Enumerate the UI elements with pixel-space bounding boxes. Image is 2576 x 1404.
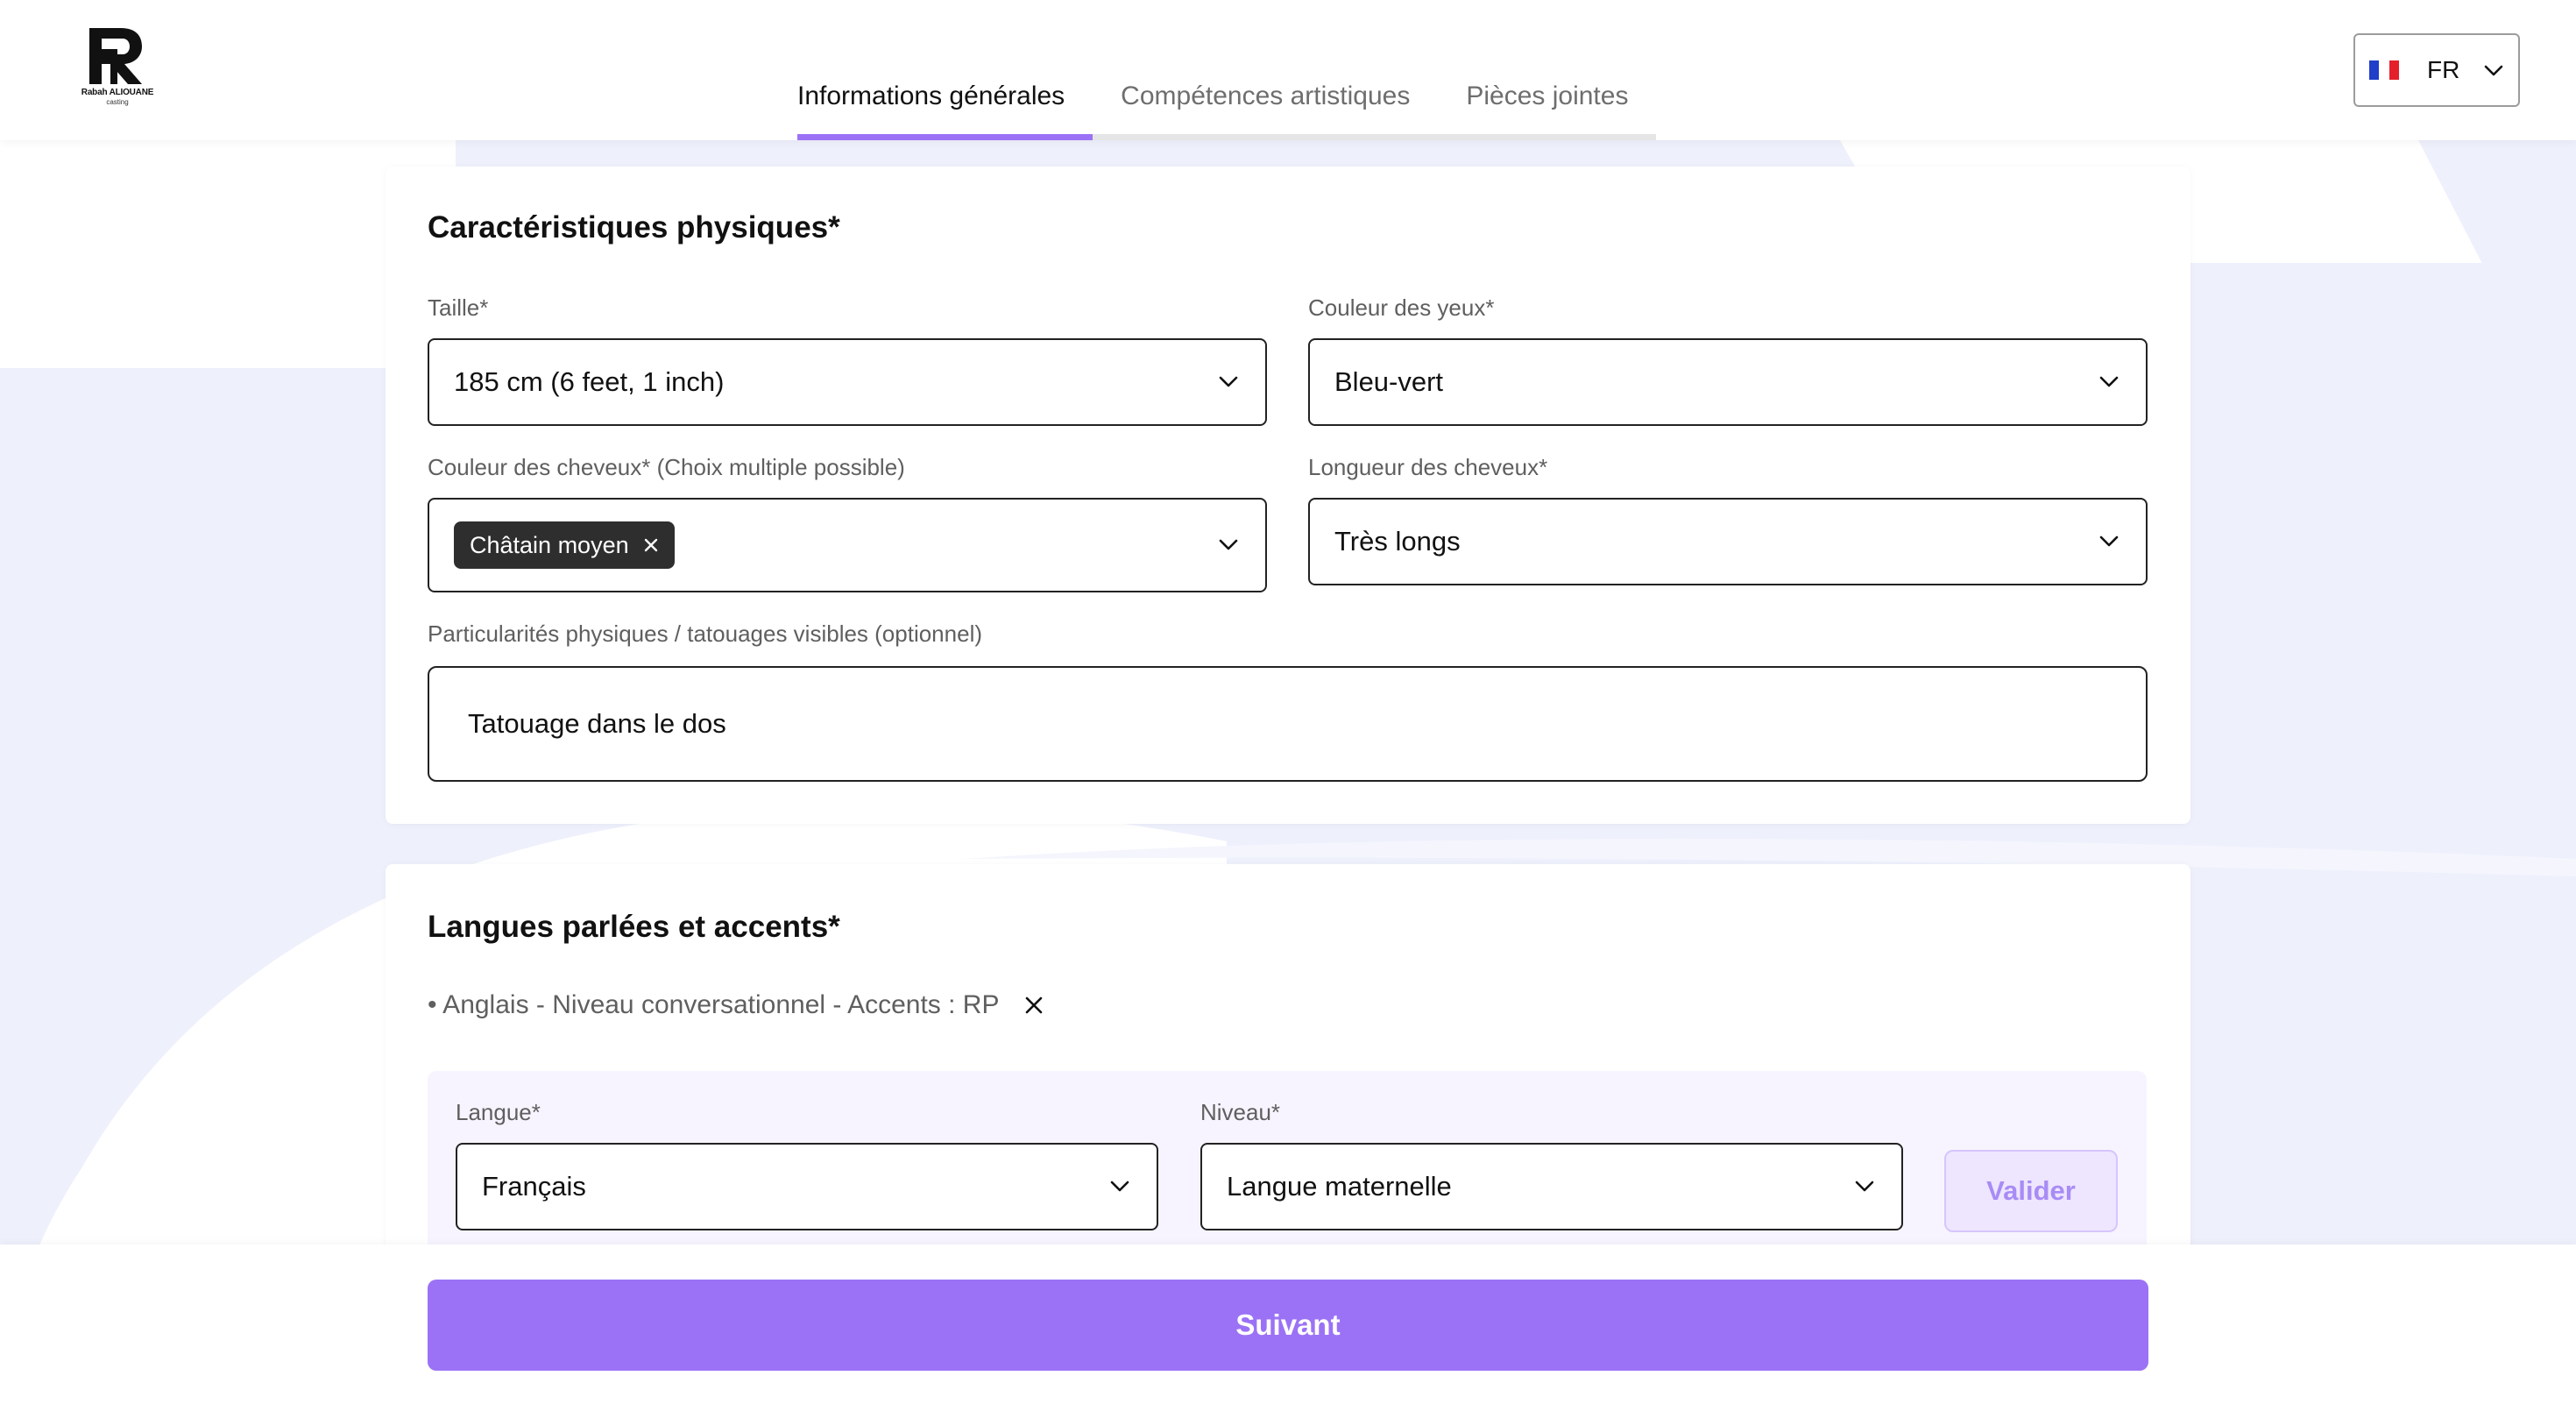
features-textarea[interactable]: Tatouage dans le dos xyxy=(428,666,2148,782)
chevron-down-icon xyxy=(1855,1181,1874,1192)
chevron-down-icon xyxy=(2099,535,2119,547)
logo-subtitle: casting xyxy=(106,98,129,106)
language-entry: • Anglais - Niveau conversationnel - Acc… xyxy=(428,990,1044,1020)
eye-color-value: Bleu-vert xyxy=(1334,366,1444,397)
hair-length-label: Longueur des cheveux* xyxy=(1308,454,1548,480)
hair-color-label: Couleur des cheveux* (Choix multiple pos… xyxy=(428,454,905,480)
physical-characteristics-card: Caractéristiques physiques* Taille* 185 … xyxy=(386,167,2190,824)
language-code: FR xyxy=(2427,56,2460,83)
section-title: Langues parlées et accents* xyxy=(428,910,840,944)
chevron-down-icon xyxy=(1219,376,1238,387)
chevron-down-icon xyxy=(2485,65,2503,75)
next-button[interactable]: Suivant xyxy=(428,1280,2148,1371)
language-label: Langue* xyxy=(456,1099,541,1125)
section-title: Caractéristiques physiques* xyxy=(428,210,840,245)
height-label: Taille* xyxy=(428,294,489,321)
top-header: Rabah ALIOUANE casting Informations géné… xyxy=(0,0,2576,140)
tab-general-info[interactable]: Informations générales xyxy=(797,77,1093,140)
height-value: 185 cm (6 feet, 1 inch) xyxy=(454,366,725,397)
hair-color-chip: Châtain moyen xyxy=(454,521,675,569)
height-select[interactable]: 185 cm (6 feet, 1 inch) xyxy=(428,338,1267,426)
hair-length-select[interactable]: Très longs xyxy=(1308,498,2148,585)
logo-mark-icon xyxy=(89,28,142,84)
language-entry-text: • Anglais - Niveau conversationnel - Acc… xyxy=(428,990,1000,1019)
footer-bar: Suivant xyxy=(0,1244,2576,1404)
tab-artistic-skills[interactable]: Compétences artistiques xyxy=(1093,77,1439,140)
eye-color-select[interactable]: Bleu-vert xyxy=(1308,338,2148,426)
france-flag-icon xyxy=(2369,60,2399,80)
level-select[interactable]: Langue maternelle xyxy=(1200,1143,1903,1230)
features-label: Particularités physiques / tatouages vis… xyxy=(428,620,983,647)
level-value: Langue maternelle xyxy=(1227,1171,1452,1202)
features-value: Tatouage dans le dos xyxy=(468,708,726,739)
language-value: Français xyxy=(482,1171,586,1202)
hair-color-multiselect[interactable]: Châtain moyen xyxy=(428,498,1267,592)
chevron-down-icon xyxy=(2099,376,2119,387)
logo-name: Rabah ALIOUANE xyxy=(81,88,154,97)
level-label: Niveau* xyxy=(1200,1099,1281,1125)
chip-label: Châtain moyen xyxy=(470,531,629,558)
hair-length-value: Très longs xyxy=(1334,526,1461,557)
close-icon[interactable] xyxy=(643,537,659,553)
brand-logo[interactable]: Rabah ALIOUANE casting xyxy=(72,23,163,114)
chevron-down-icon xyxy=(1219,539,1238,550)
step-tabs: Informations générales Compétences artis… xyxy=(797,77,1657,140)
remove-icon[interactable] xyxy=(1024,996,1044,1015)
eye-color-label: Couleur des yeux* xyxy=(1308,294,1495,321)
chevron-down-icon xyxy=(1110,1181,1129,1192)
tab-attachments[interactable]: Pièces jointes xyxy=(1438,77,1657,140)
language-selector[interactable]: FR xyxy=(2353,33,2520,107)
language-select[interactable]: Français xyxy=(456,1143,1158,1230)
validate-button[interactable]: Valider xyxy=(1944,1150,2118,1232)
